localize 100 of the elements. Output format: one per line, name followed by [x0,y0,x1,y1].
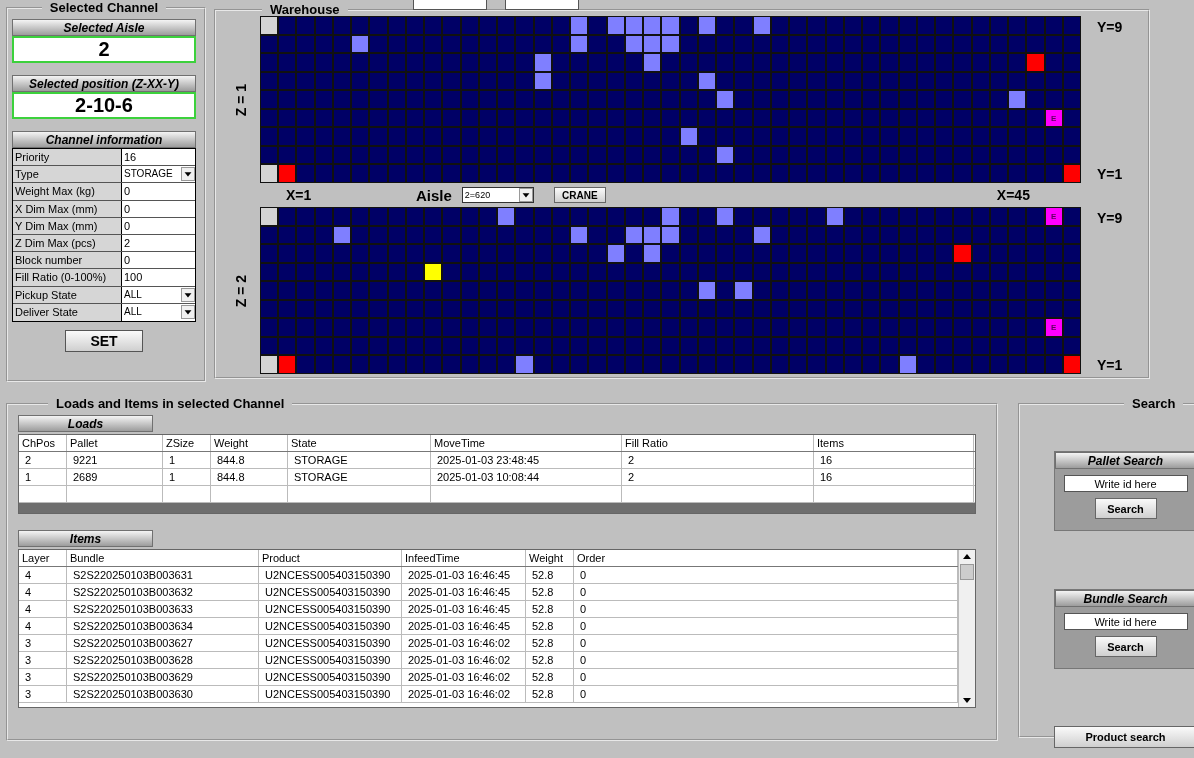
table-cell: S2S220250103B003629 [67,669,259,685]
search-field[interactable]: Write id here [1063,613,1188,630]
rack-cell[interactable]: E [1045,208,1062,225]
table-cell: 52.8 [526,601,574,617]
table-cell: 2 [622,469,814,485]
field-label: Fill Ratio (0-100%) [13,269,122,286]
table-cell: U2NCESS005403150390 [259,686,402,702]
table-cell: 52.8 [526,686,574,702]
table-cell: 2025-01-03 16:46:45 [402,618,526,634]
set-button[interactable]: SET [65,329,143,352]
column-header[interactable]: Weight [526,550,574,566]
aisle-dropdown[interactable]: 2=620 [461,187,534,203]
column-label: X=1 [286,187,313,203]
dropdown[interactable]: STORAGE [122,166,195,183]
aisle-value: 2 [12,36,196,63]
scroll-thumb[interactable] [960,564,974,580]
table-cell: 2689 [67,469,163,485]
search-button[interactable]: Search [1094,636,1157,657]
table-cell: 2 [622,452,814,468]
panel-title: Loads and Items in selected Channel [55,396,286,411]
rack-cell[interactable]: E [1045,109,1062,127]
section-header: Selected position (Z-XX-Y) [12,75,196,92]
row-label: Y=1 [1097,356,1124,373]
column-header[interactable]: ChPos [19,435,67,451]
input-field[interactable]: 0 [122,183,195,200]
table-cell: 52.8 [526,584,574,600]
table-cell: 1 [163,469,211,485]
search-field[interactable]: Write id here [1063,475,1188,492]
table-cell: 3 [19,635,67,651]
table-cell: 16 [814,452,974,468]
table-cell: 4 [19,601,67,617]
column-header[interactable]: MoveTime [431,435,622,451]
input-field[interactable] [505,0,579,10]
table-cell: U2NCESS005403150390 [259,618,402,634]
panel-title: Search [1131,396,1177,411]
table-cell: 2025-01-03 23:48:45 [431,452,622,468]
column-header[interactable]: Items [814,435,974,451]
table-cell: 4 [19,567,67,583]
table-cell: S2S220250103B003632 [67,584,259,600]
table-cell: S2S220250103B003634 [67,618,259,634]
table-cell: 52.8 [526,652,574,668]
table-cell: S2S220250103B003633 [67,601,259,617]
product-search-button[interactable]: Product search [1054,726,1194,748]
column-header[interactable]: Product [259,550,402,566]
input-field[interactable]: 0 [122,252,195,269]
panel-title: Selected Channel [48,0,160,15]
column-header[interactable]: Fill Ratio [622,435,814,451]
row-label: Y=9 [1097,19,1124,36]
caret-icon [518,188,533,202]
table-cell: STORAGE [288,469,431,485]
table-cell: 2025-01-03 16:46:45 [402,584,526,600]
table-cell: U2NCESS005403150390 [259,584,402,600]
table-cell: 2025-01-03 16:46:45 [402,601,526,617]
column-header[interactable]: Weight [211,435,288,451]
table-cell: 4 [19,618,67,634]
input-field[interactable] [413,0,487,10]
section-header: Items [18,530,153,547]
table-cell: 9221 [67,452,163,468]
table-cell: S2S220250103B003630 [67,686,259,702]
table-cell: 3 [19,652,67,668]
table-cell: STORAGE [288,452,431,468]
section-header: Bundle Search [1055,590,1194,607]
section-header: Pallet Search [1055,452,1194,469]
table-cell: S2S220250103B003627 [67,635,259,651]
rack-cell[interactable]: E [1045,319,1062,336]
table-cell: 2 [19,452,67,468]
table-cell: 3 [19,669,67,685]
column-header[interactable]: Pallet [67,435,163,451]
table-cell: 2025-01-03 16:46:02 [402,669,526,685]
column-header[interactable]: Layer [19,550,67,566]
section-header: Selected Aisle [12,19,196,36]
scroll-bar[interactable] [958,550,975,707]
scroll-bar[interactable] [19,503,975,513]
level-label: Z = 2 [233,274,249,307]
table-cell: U2NCESS005403150390 [259,567,402,583]
row-label: Y=9 [1097,210,1124,227]
column-header[interactable]: InfeedTime [402,550,526,566]
crane-button[interactable]: CRANE [553,187,606,203]
column-header[interactable]: State [288,435,431,451]
table-cell: U2NCESS005403150390 [259,669,402,685]
table-cell: 1 [19,469,67,485]
section-header: Loads [18,415,153,432]
table-cell: 16 [814,469,974,485]
table-cell: U2NCESS005403150390 [259,635,402,651]
table-cell: 4 [19,584,67,600]
table-cell: 52.8 [526,635,574,651]
input-field[interactable]: 16 [122,149,195,166]
aisle-label: Aisle [416,186,452,204]
table-cell: 2025-01-03 16:46:02 [402,686,526,702]
column-header[interactable]: Bundle [67,550,259,566]
table-cell: 52.8 [526,618,574,634]
input-field[interactable]: 100 [122,269,195,286]
column-label: X=45 [996,187,1030,203]
field-label: Priority [13,149,122,166]
table-cell: 2025-01-03 10:08:44 [431,469,622,485]
table-cell: 2025-01-03 16:46:02 [402,652,526,668]
field-label: Weight Max (kg) [13,183,122,200]
table-cell: S2S220250103B003631 [67,567,259,583]
search-button[interactable]: Search [1094,498,1157,519]
column-header[interactable]: ZSize [163,435,211,451]
